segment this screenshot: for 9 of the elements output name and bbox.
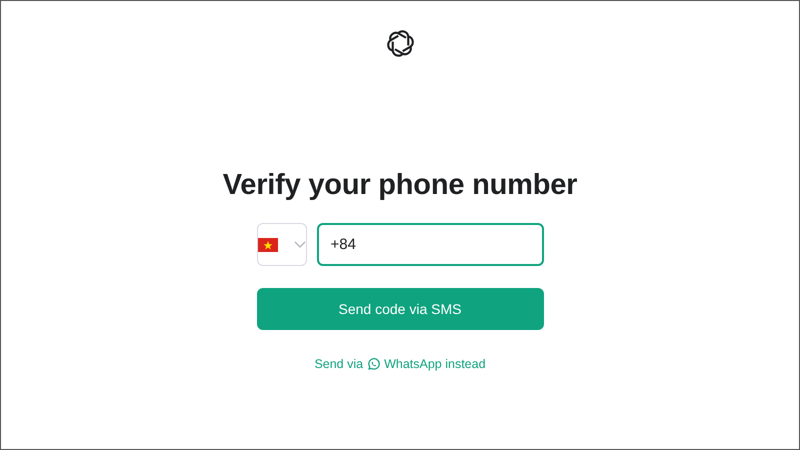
whatsapp-icon (367, 358, 380, 370)
page-title: Verify your phone number (222, 168, 578, 202)
vietnam-flag-icon (258, 238, 278, 252)
send-code-button[interactable]: Send code via SMS (256, 288, 544, 330)
phone-input-field[interactable]: +84 (316, 223, 544, 266)
country-select[interactable] (256, 223, 306, 266)
chevron-down-icon (294, 241, 306, 248)
whatsapp-link[interactable]: Send via WhatsApp instead (314, 357, 486, 371)
logo-icon (384, 28, 416, 59)
